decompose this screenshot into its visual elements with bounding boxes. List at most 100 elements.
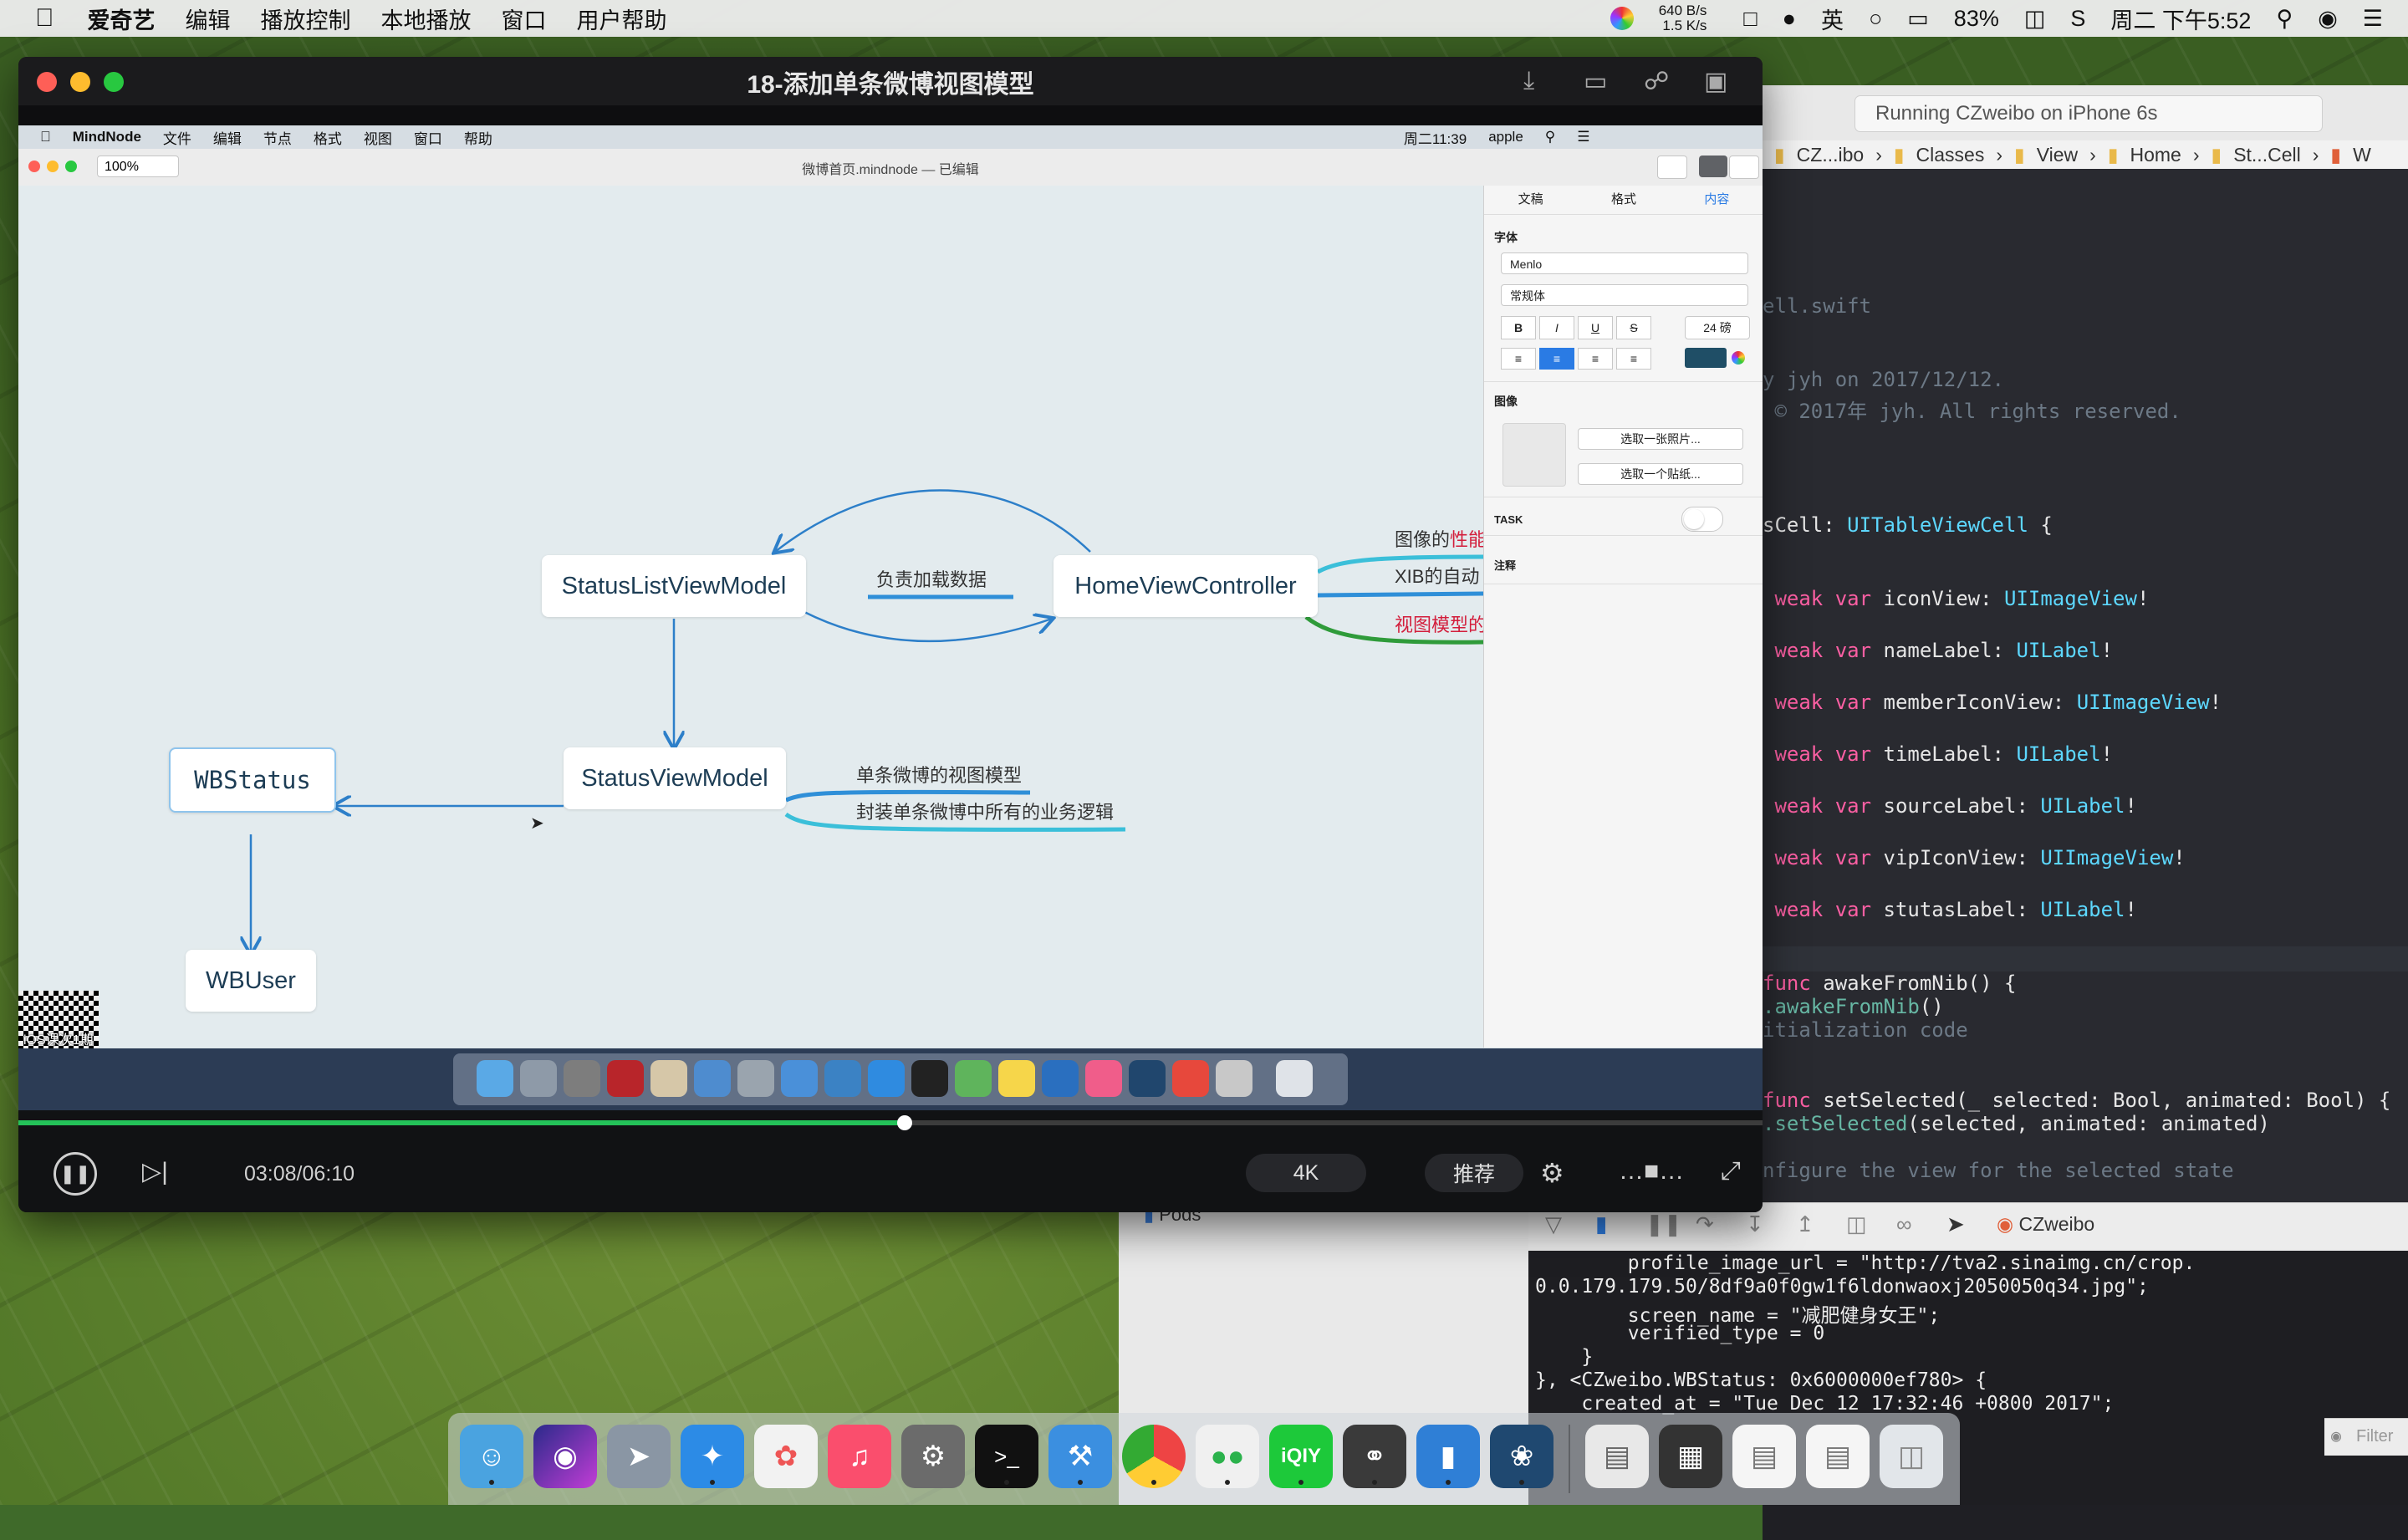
safari-icon[interactable]: ✦	[681, 1425, 744, 1488]
recommend-button[interactable]: 推荐	[1425, 1154, 1523, 1192]
menu-playback[interactable]: 播放控制	[261, 3, 351, 35]
label-image-perf-a: 图像的	[1395, 529, 1451, 550]
menu-window[interactable]: 窗口	[502, 3, 547, 35]
code-line: .setSelected(selected, animated: animate…	[1763, 1112, 2270, 1135]
folder-icon: ▮	[1774, 143, 1785, 166]
documents-icon[interactable]: ▤	[1585, 1425, 1649, 1488]
system-preferences-icon[interactable]: ⚙	[901, 1425, 965, 1488]
jumpbar-item[interactable]: View	[2037, 144, 2078, 166]
battery-icon[interactable]: ◫	[2024, 6, 2046, 32]
jumpbar-item[interactable]: W	[2353, 144, 2371, 166]
running-dot	[710, 1480, 715, 1485]
fullscreen-icon[interactable]: ⤢	[1721, 1157, 1741, 1186]
dock-separator	[1569, 1425, 1570, 1493]
menu-help[interactable]: 用户帮助	[577, 3, 667, 35]
view-debugger-icon[interactable]: ◫	[1846, 1211, 1867, 1237]
step-out-icon[interactable]: ↥	[1796, 1211, 1814, 1237]
align-justify-icon: ≡	[1616, 348, 1651, 370]
music-icon[interactable]: ♫	[828, 1425, 891, 1488]
airplay-icon[interactable]: ▭	[1907, 6, 1929, 32]
mindnode-inspector: 文稿 格式 内容 字体 Menlo 常规体 B I U S 24 磅 ≡ ≡ ≡…	[1483, 186, 1763, 1048]
recent-stack-icon[interactable]: ▦	[1659, 1425, 1722, 1488]
color-wheel-icon[interactable]	[1610, 7, 1634, 30]
download-icon[interactable]: ⤓	[1523, 67, 1534, 95]
instruments-icon[interactable]: ⚭	[1343, 1425, 1406, 1488]
volume-icon[interactable]: …■…	[1619, 1157, 1684, 1186]
chevron-right-icon: ›	[2312, 143, 2319, 166]
menu-local-play[interactable]: 本地播放	[381, 3, 472, 35]
next-icon[interactable]: ▷|	[142, 1157, 168, 1186]
jumpbar-item[interactable]: CZ...ibo	[1797, 144, 1865, 166]
xcode-icon[interactable]: ⚒	[1048, 1425, 1112, 1488]
code-text: sCell:	[1763, 513, 1848, 537]
jumpbar-item[interactable]: St...Cell	[2233, 144, 2301, 166]
tv-cast-icon[interactable]: ▭	[1584, 67, 1607, 96]
trash-icon[interactable]: ◫	[1880, 1425, 1943, 1488]
inspector-tab-format: 格式	[1610, 192, 1636, 207]
simulator-icon[interactable]: ▮	[1416, 1425, 1480, 1488]
files-stack-icon[interactable]: ▤	[1806, 1425, 1870, 1488]
sourcetree-icon[interactable]: ❀	[1490, 1425, 1553, 1488]
downloads-stack-icon[interactable]: ▤	[1732, 1425, 1796, 1488]
quality-button[interactable]: 4K	[1246, 1154, 1366, 1192]
step-over-icon[interactable]: ↷	[1696, 1211, 1714, 1237]
settings-gear-icon[interactable]: ⚙	[1540, 1157, 1564, 1189]
filter-placeholder: Filter	[2356, 1427, 2394, 1446]
battery-percent[interactable]: 83%	[1954, 6, 1999, 32]
simulator-icon	[824, 1060, 861, 1097]
terminal-icon[interactable]: >_	[975, 1425, 1038, 1488]
code-line: weak var timeLabel: UILabel!	[1774, 742, 2114, 766]
apple-menu-icon[interactable]: 	[35, 4, 54, 33]
breakpoint-icon[interactable]: ▮	[1595, 1211, 1607, 1237]
siri-icon[interactable]: ◉	[533, 1425, 597, 1488]
code-line: weak var memberIconView: UIImageView!	[1774, 691, 2222, 714]
slack-icon[interactable]: S	[2070, 6, 2085, 32]
choose-photo-button: 选取一张照片...	[1578, 428, 1743, 450]
menu-edit[interactable]: 编辑	[186, 3, 231, 35]
debug-target[interactable]: ◉ CZweibo	[1997, 1213, 2094, 1236]
code-line: weak var sourceLabel: UILabel!	[1774, 794, 2137, 818]
pause-icon[interactable]: ❚❚	[54, 1152, 97, 1196]
wifi-icon[interactable]: ○	[1869, 6, 1882, 32]
running-dot	[1298, 1480, 1303, 1485]
mini-mode-icon[interactable]: ▣	[1704, 67, 1727, 96]
launchpad-icon[interactable]: ➤	[607, 1425, 671, 1488]
photos-icon[interactable]: ✿	[754, 1425, 818, 1488]
jumpbar-item[interactable]: Classes	[1916, 144, 1985, 166]
iqiyi-icon[interactable]: iQIY	[1269, 1425, 1333, 1488]
chevron-right-icon: ›	[1996, 143, 2003, 166]
memory-graph-icon[interactable]: ∞	[1896, 1211, 1912, 1237]
jumpbar-item[interactable]: Home	[2130, 144, 2181, 166]
input-method[interactable]: 英	[1821, 3, 1844, 35]
pause-icon[interactable]: ❚❚	[1645, 1211, 1682, 1237]
chrome-icon[interactable]	[1122, 1425, 1186, 1488]
spotlight-icon[interactable]: ⚲	[2276, 6, 2293, 32]
notification-center-icon[interactable]: ☰	[2363, 6, 2383, 32]
clock[interactable]: 周二 下午5:52	[2110, 3, 2251, 35]
code-line: sCell: UITableViewCell {	[1763, 513, 2053, 537]
time-display: 03:08/06:10	[244, 1162, 355, 1186]
progress-bar[interactable]	[18, 1115, 1763, 1130]
console-line: }, <CZweibo.WBStatus: 0x6000000ef780> {	[1535, 1369, 1987, 1391]
finder-icon[interactable]: ☺	[460, 1425, 523, 1488]
vpn-icon[interactable]: □	[1743, 6, 1757, 32]
filter-field[interactable]: ◉ Filter	[2324, 1418, 2408, 1456]
progress-knob[interactable]	[896, 1115, 912, 1130]
location-icon[interactable]: ➤	[1946, 1211, 1965, 1237]
video-frame[interactable]:  MindNode 文件 编辑 节点 格式 视图 窗口 帮助 周二11:39 …	[18, 125, 1763, 1110]
hide-debug-icon[interactable]: ▽	[1545, 1211, 1562, 1237]
app-menu[interactable]: 爱奇艺	[88, 3, 156, 35]
share-icon[interactable]: ☍	[1644, 67, 1669, 96]
code-editor[interactable]: ell.swift y jyh on 2017/12/12. © 2017年 j…	[1763, 169, 2408, 1239]
watermark-text: iOS课次1期	[23, 1033, 94, 1048]
step-in-icon[interactable]: ↧	[1746, 1211, 1764, 1237]
mm-menu-item: 视图	[353, 130, 392, 147]
align-left-icon: ≡	[1501, 348, 1536, 370]
progress-fill	[18, 1120, 905, 1125]
wechat-status-icon[interactable]: ●	[1783, 6, 1796, 32]
divider	[1484, 535, 1763, 536]
sourcetree-icon	[1129, 1060, 1166, 1097]
mm-share-icon	[1657, 156, 1687, 179]
siri-status-icon[interactable]: ◉	[2318, 6, 2338, 32]
wechat-icon[interactable]: ●●	[1196, 1425, 1259, 1488]
